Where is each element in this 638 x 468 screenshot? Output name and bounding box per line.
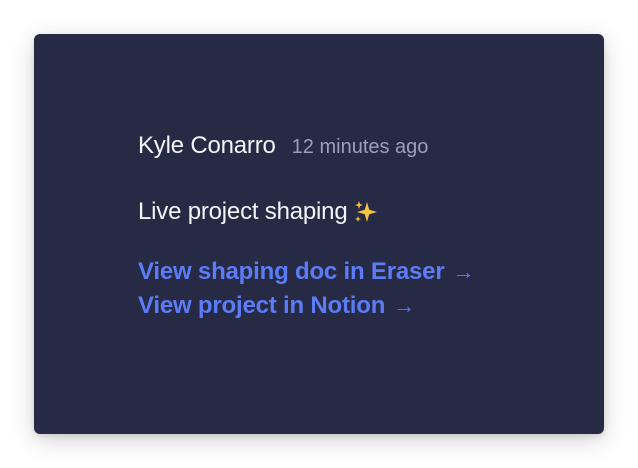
comment-links: View shaping doc in Eraser → View projec… — [138, 256, 578, 322]
comment-timestamp: 12 minutes ago — [291, 136, 429, 158]
arrow-right-icon: → — [393, 293, 415, 318]
comment-content: Kyle Conarro 12 minutes ago Live project… — [138, 132, 578, 322]
eraser-doc-link[interactable]: View shaping doc in Eraser → — [138, 256, 578, 288]
comment-header: Kyle Conarro 12 minutes ago — [138, 132, 578, 168]
comment-card: Kyle Conarro 12 minutes ago Live project… — [34, 34, 604, 434]
comment-message-text: Live project shaping — [138, 198, 348, 225]
author-name: Kyle Conarro — [138, 132, 276, 159]
notion-project-link[interactable]: View project in Notion → — [138, 290, 578, 322]
comment-message: Live project shaping — [138, 198, 578, 226]
eraser-doc-link-label: View shaping doc in Eraser — [138, 258, 445, 285]
notion-project-link-label: View project in Notion — [138, 292, 386, 319]
sparkles-icon — [353, 199, 379, 225]
arrow-right-icon: → — [452, 259, 475, 284]
